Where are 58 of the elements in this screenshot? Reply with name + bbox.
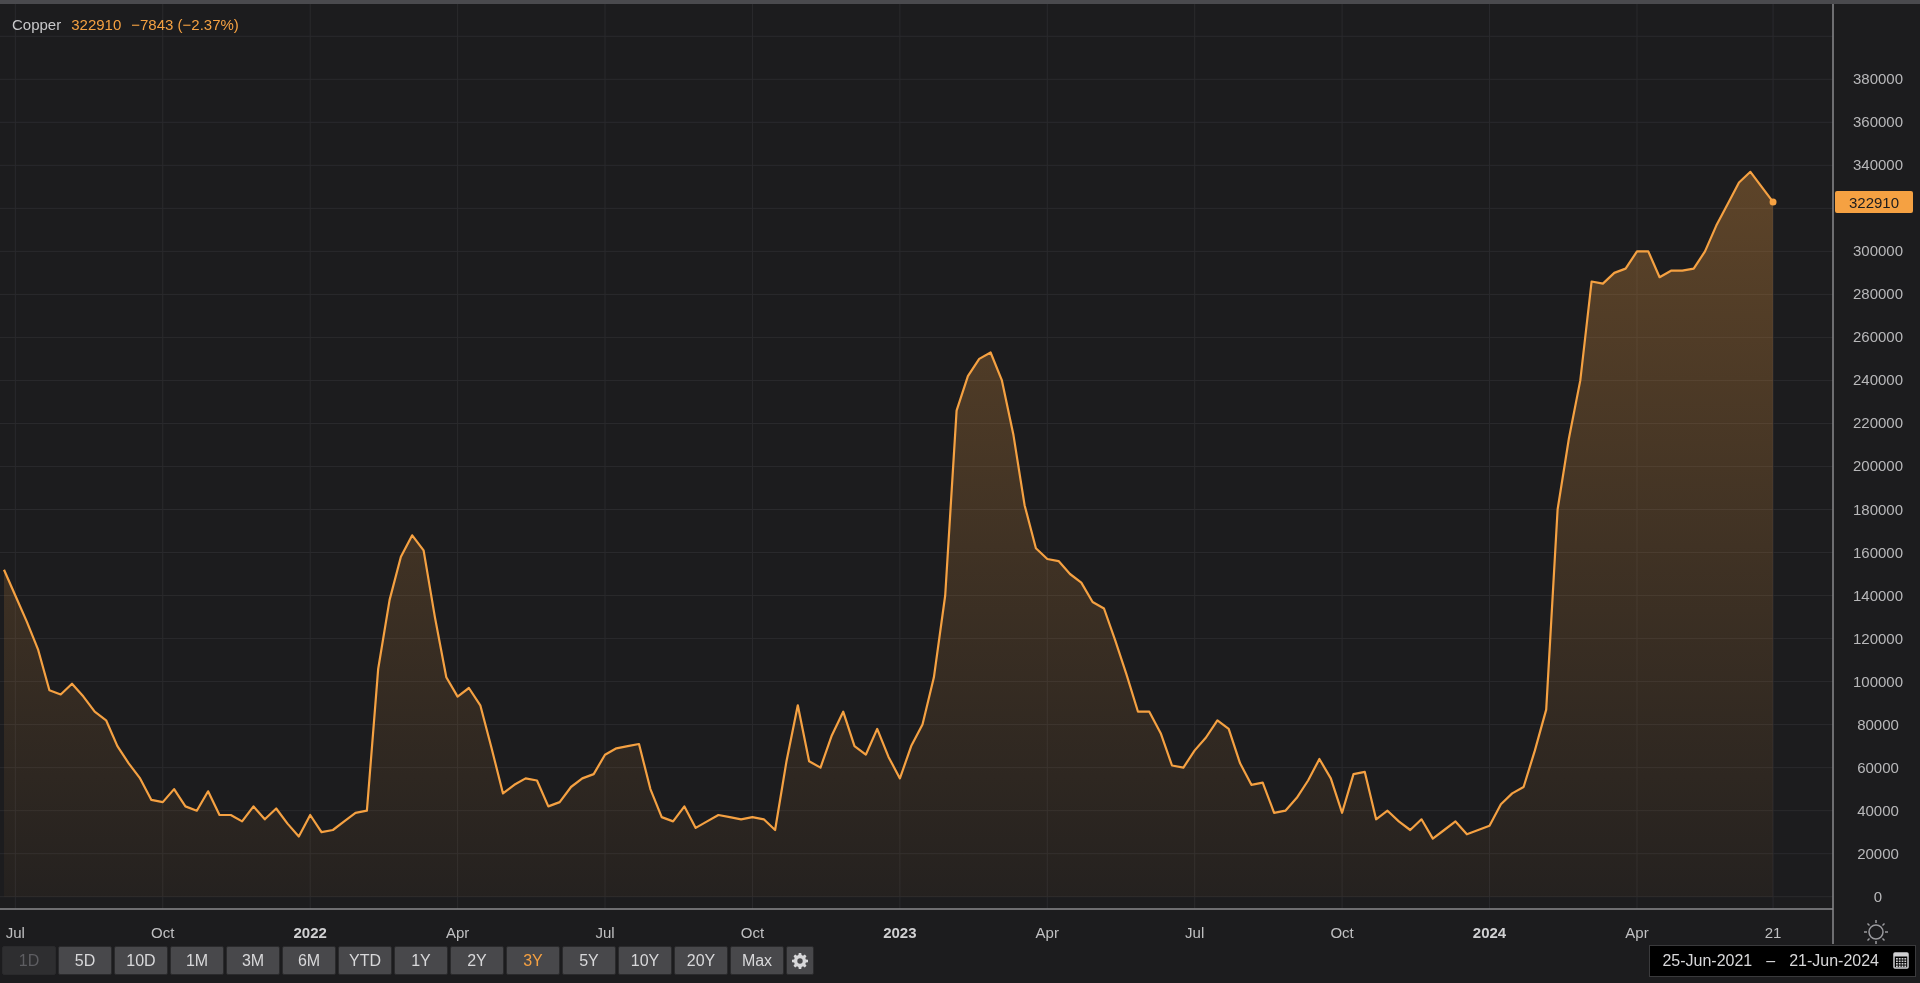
x-axis-label: Oct	[151, 924, 175, 941]
settings-button[interactable]	[786, 946, 814, 975]
range-button[interactable]: 10Y	[618, 946, 672, 975]
y-axis-label: 200000	[1852, 457, 1904, 475]
legend-value: 322910	[71, 16, 122, 33]
y-axis-label: 280000	[1852, 285, 1904, 303]
x-axis-label: 2022	[293, 924, 327, 941]
y-axis-label: 220000	[1852, 414, 1904, 432]
calendar-icon[interactable]	[1893, 952, 1909, 969]
range-button[interactable]: 3Y	[506, 946, 560, 975]
range-button[interactable]: 2Y	[450, 946, 504, 975]
y-axis-label: 260000	[1852, 328, 1904, 346]
range-button[interactable]: 1M	[170, 946, 224, 975]
range-button[interactable]: 1Y	[394, 946, 448, 975]
start-date: 25-Jun-2021	[1662, 951, 1753, 970]
y-axis-label: 40000	[1857, 801, 1899, 819]
range-button[interactable]: 10D	[114, 946, 168, 975]
end-date: 21-Jun-2024	[1789, 951, 1879, 970]
date-separator: –	[1766, 951, 1776, 970]
x-axis-label: Jul	[595, 924, 615, 941]
y-axis-label: 0	[1873, 887, 1883, 905]
y-axis-label: 100000	[1852, 672, 1904, 690]
sun-icon[interactable]	[1863, 919, 1889, 944]
x-axis-label: Oct	[740, 924, 765, 941]
x-axis-label: Apr	[1625, 924, 1649, 941]
range-button[interactable]: 5D	[58, 946, 112, 975]
y-axis-label: 120000	[1852, 629, 1904, 647]
y-axis-label: 380000	[1852, 70, 1904, 88]
range-button[interactable]: 20Y	[674, 946, 728, 975]
range-button[interactable]: 5Y	[562, 946, 616, 975]
y-axis-label: 60000	[1857, 758, 1899, 776]
range-button[interactable]: 3M	[226, 946, 280, 975]
x-axis-label: Oct	[1330, 924, 1354, 941]
y-axis-label: 160000	[1852, 543, 1904, 561]
y-axis-label: 80000	[1857, 715, 1899, 733]
range-button[interactable]: YTD	[338, 946, 392, 975]
x-axis-label: Apr	[445, 924, 470, 941]
y-axis-label: 360000	[1852, 113, 1904, 131]
range-button[interactable]: Max	[730, 946, 784, 975]
last-point-dot	[1769, 198, 1777, 206]
date-range-field[interactable]: 25-Jun-2021 – 21-Jun-2024	[1649, 944, 1916, 977]
x-axis-label: Apr	[1035, 924, 1059, 941]
x-axis-label: Jul	[1185, 924, 1205, 941]
settings-icon	[792, 952, 808, 969]
y-axis-label: 340000	[1852, 156, 1904, 174]
y-axis-label: 140000	[1852, 586, 1904, 604]
x-axis-label: 21	[1764, 924, 1782, 941]
y-axis-label: 300000	[1852, 242, 1904, 260]
y-axis-label: 240000	[1852, 371, 1904, 389]
legend-change: −7843 (−2.37%)	[131, 16, 239, 33]
x-axis-label: Jul	[5, 924, 25, 941]
range-button[interactable]: 6M	[282, 946, 336, 975]
y-axis-label: 180000	[1852, 500, 1904, 518]
x-axis-label: 2024	[1472, 924, 1507, 941]
last-value-tag: 322910	[1835, 190, 1913, 213]
legend-name: Copper	[12, 16, 62, 33]
x-axis-label: 2023	[883, 924, 917, 941]
y-axis-label: 20000	[1857, 844, 1899, 862]
